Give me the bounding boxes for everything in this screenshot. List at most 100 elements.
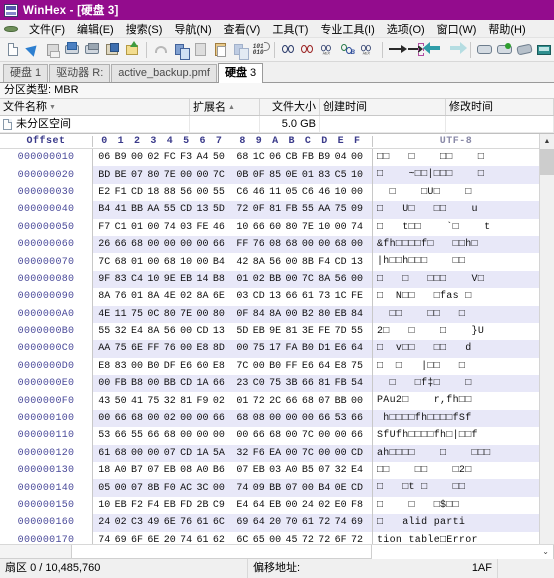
hex-byte[interactable]: C1 (112, 222, 128, 233)
hex-byte[interactable]: 55 (300, 204, 316, 215)
hex-byte[interactable]: 00 (129, 448, 145, 459)
hex-byte[interactable]: 83 (112, 274, 128, 285)
binary-edit-icon[interactable]: 101 010 (250, 40, 270, 60)
hex-row-bytes[interactable]: B4 41 BB AA 55 CD 13 5D 72 0F 81 FB 55 AA 75 09 (92, 201, 372, 219)
hex-row-bytes[interactable]: 26 66 68 00 00 00 00 66 FF 76 08 68 00 00 68 00 (92, 235, 372, 254)
hex-row[interactable]: 000000090 8A 76 01 8A 4E 02 8A 6E 03 CD 13 66 61 73 1C F… (0, 288, 539, 306)
hex-byte[interactable]: 20 (267, 517, 283, 528)
hex-byte[interactable]: 6F (332, 535, 348, 544)
hex-byte[interactable]: 66 (316, 413, 332, 424)
hex-byte[interactable]: BB (267, 483, 283, 494)
hex-byte[interactable]: 00 (349, 239, 365, 250)
hex-byte[interactable]: 61 (300, 517, 316, 528)
hex-byte[interactable]: 00 (211, 430, 227, 441)
hex-byte[interactable]: 8B (145, 483, 161, 494)
hex-byte[interactable]: 00 (211, 483, 227, 494)
hex-byte[interactable]: 76 (112, 291, 128, 302)
hex-row[interactable]: 0000000F0 43 50 41 75 32 81 F9 02 01 72 2C 66 68 07 BB 0… (0, 392, 539, 410)
hex-byte[interactable]: 01 (129, 257, 145, 268)
hex-byte[interactable]: CD (349, 448, 365, 459)
hex-byte[interactable]: 14 (194, 274, 210, 285)
hex-byte[interactable]: 6E (145, 535, 161, 544)
hex-byte[interactable]: 10 (349, 170, 365, 181)
hex-byte[interactable]: AA (145, 204, 161, 215)
disk-clone-icon[interactable] (495, 40, 514, 60)
hex-row[interactable]: 000000100 00 66 68 00 02 00 00 66 68 08 00 00 00 66 53 6… (0, 409, 539, 428)
hex-byte[interactable]: 0F (234, 309, 250, 320)
hex-byte[interactable]: 76 (251, 239, 267, 250)
hex-byte[interactable]: 41 (112, 204, 128, 215)
hex-byte[interactable]: 60 (194, 361, 210, 372)
hex-byte[interactable]: 66 (112, 413, 128, 424)
menu-help[interactable]: 帮助(H) (482, 20, 531, 38)
hex-byte[interactable]: 8A (96, 291, 112, 302)
find-next-icon[interactable] (298, 40, 317, 60)
hex-byte[interactable]: 74 (178, 535, 194, 544)
hex-byte[interactable]: 70 (283, 517, 299, 528)
hex-byte[interactable]: F1 (112, 187, 128, 198)
hex-byte[interactable]: 66 (349, 430, 365, 441)
hex-row[interactable]: 000000030 E2 F1 CD 18 88 56 00 55 C6 46 11 05 C6 46 10 0… (0, 183, 539, 202)
hex-byte[interactable]: 41 (129, 396, 145, 407)
hex-byte[interactable]: 66 (349, 413, 365, 424)
undo-icon[interactable] (151, 40, 170, 60)
hex-byte[interactable]: 88 (162, 187, 178, 198)
hex-byte[interactable]: 9F (96, 274, 112, 285)
hex-byte[interactable]: F2 (129, 500, 145, 511)
hex-byte[interactable]: 5D (234, 326, 250, 337)
hex-byte[interactable]: 00 (129, 361, 145, 372)
hex-byte[interactable]: C4 (129, 274, 145, 285)
hex-byte[interactable]: 68 (129, 239, 145, 250)
hex-byte[interactable]: 61 (96, 448, 112, 459)
hex-byte[interactable]: F7 (96, 222, 112, 233)
hex-byte[interactable]: 00 (145, 413, 161, 424)
hex-byte[interactable]: 00 (178, 326, 194, 337)
hex-byte[interactable]: 10 (234, 222, 250, 233)
hex-byte[interactable]: 84 (251, 309, 267, 320)
hex-row-bytes[interactable]: E8 83 00 B0 DF E6 60 E8 7C 00 B0 FF E6 64 E8 75 (92, 357, 372, 376)
hex-byte[interactable]: FB (283, 204, 299, 215)
hex-byte[interactable]: 4E (162, 291, 178, 302)
scroll-thumb[interactable] (540, 149, 554, 175)
hex-byte[interactable]: 00 (283, 430, 299, 441)
hex-row-bytes[interactable]: 00 66 68 00 02 00 00 66 68 08 00 00 00 66 53 66 (92, 409, 372, 428)
hex-byte[interactable]: 66 (300, 378, 316, 389)
hex-byte[interactable]: 08 (267, 239, 283, 250)
hex-byte[interactable]: 07 (162, 448, 178, 459)
hex-byte[interactable]: EB (162, 465, 178, 476)
paste-clipboard-icon[interactable] (190, 40, 209, 60)
hex-byte[interactable]: 66 (251, 430, 267, 441)
hex-byte[interactable]: 66 (211, 413, 227, 424)
hex-byte[interactable]: 13 (194, 204, 210, 215)
hex-row-bytes[interactable]: 10 EB F2 F4 EB FD 2B C9 E4 64 EB 00 24 02 E0 F8 (92, 496, 372, 515)
hex-row-bytes[interactable]: F7 C1 01 00 74 03 FE 46 10 66 60 80 7E 10 00 74 (92, 218, 372, 236)
hex-byte[interactable]: E8 (96, 361, 112, 372)
hex-row-text[interactable]: □□ □□ □ (372, 305, 539, 323)
hex-byte[interactable]: 53 (96, 430, 112, 441)
hex-row-text[interactable]: □ □U□ □ (372, 183, 539, 202)
column-created[interactable]: 创建时间 (320, 99, 446, 115)
hex-byte[interactable]: A4 (194, 152, 210, 163)
hex-byte[interactable]: 00 (234, 343, 250, 354)
find-hex-icon[interactable] (318, 40, 337, 60)
hex-byte[interactable]: 17 (267, 343, 283, 354)
hex-byte[interactable]: 02 (316, 500, 332, 511)
hex-row-bytes[interactable]: 00 FB B8 00 BB CD 1A 66 23 C0 75 3B 66 81 FB 54 (92, 375, 372, 393)
hex-byte[interactable]: 00 (112, 483, 128, 494)
hex-byte[interactable]: 55 (96, 326, 112, 337)
hex-byte[interactable]: FB (112, 378, 128, 389)
hex-byte[interactable]: 24 (96, 517, 112, 528)
hex-byte[interactable]: 06 (96, 152, 112, 163)
hex-byte[interactable]: BE (112, 170, 128, 181)
column-filename[interactable]: 文件名称 ▼ (0, 99, 190, 115)
chevron-down-icon[interactable]: ⌄ (542, 547, 549, 556)
hex-byte[interactable]: 32 (112, 326, 128, 337)
hex-byte[interactable]: 84 (349, 309, 365, 320)
hex-byte[interactable]: 01 (234, 274, 250, 285)
hex-pane[interactable]: Offset 0123456789ABCDEF UTF-8 000000010 0… (0, 134, 539, 544)
hex-byte[interactable]: 46 (251, 187, 267, 198)
hex-byte[interactable]: 68 (162, 257, 178, 268)
hex-byte[interactable]: C3 (129, 517, 145, 528)
new-file-icon[interactable] (3, 40, 22, 60)
hex-byte[interactable]: AA (316, 204, 332, 215)
